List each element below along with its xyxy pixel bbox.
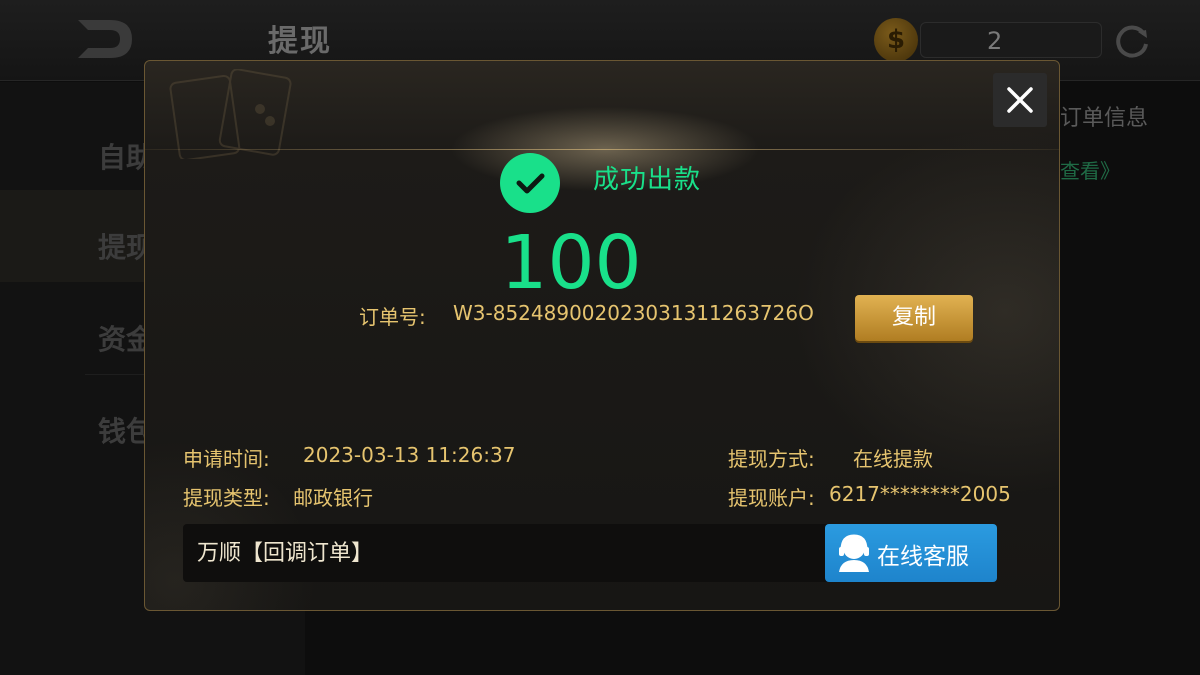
close-button[interactable]: [993, 73, 1047, 127]
page-title: 提现: [268, 24, 332, 59]
back-icon[interactable]: [70, 14, 140, 64]
online-service-button[interactable]: 在线客服: [825, 524, 997, 582]
account-label: 提现账户:: [728, 486, 815, 510]
online-service-label: 在线客服: [877, 544, 969, 570]
playing-cards-decoration: [169, 69, 292, 159]
header-divider: [145, 149, 1059, 150]
merchant-text: 万顺【回调订单】: [197, 541, 374, 566]
status-text: 成功出款: [593, 165, 702, 195]
method-value: 在线提款: [853, 447, 933, 471]
method-label: 提现方式:: [728, 447, 815, 471]
withdraw-success-dialog: 成功出款 100 订单号: W3-85248900202303131126372…: [144, 60, 1060, 611]
apply-time-value: 2023-03-13 11:26:37: [303, 443, 516, 467]
copy-button[interactable]: 复制: [855, 295, 973, 341]
close-icon: [1007, 87, 1033, 113]
order-number-value: W3-852489002023031311263726O: [453, 301, 814, 325]
withdraw-amount: 100: [500, 220, 642, 306]
success-check-icon: [500, 153, 560, 213]
balance-display: 2: [920, 22, 1102, 58]
refresh-icon[interactable]: [1112, 20, 1152, 60]
order-number-label: 订单号:: [359, 305, 426, 329]
coin-icon: $: [874, 18, 918, 62]
type-label: 提现类型:: [183, 486, 270, 510]
type-value: 邮政银行: [293, 486, 373, 510]
customer-service-icon: [839, 534, 869, 572]
order-info-label: 订单信息: [1060, 106, 1149, 131]
view-link[interactable]: 查看》: [1060, 155, 1120, 184]
account-value: 6217********2005: [829, 482, 1011, 506]
apply-time-label: 申请时间:: [183, 447, 270, 471]
